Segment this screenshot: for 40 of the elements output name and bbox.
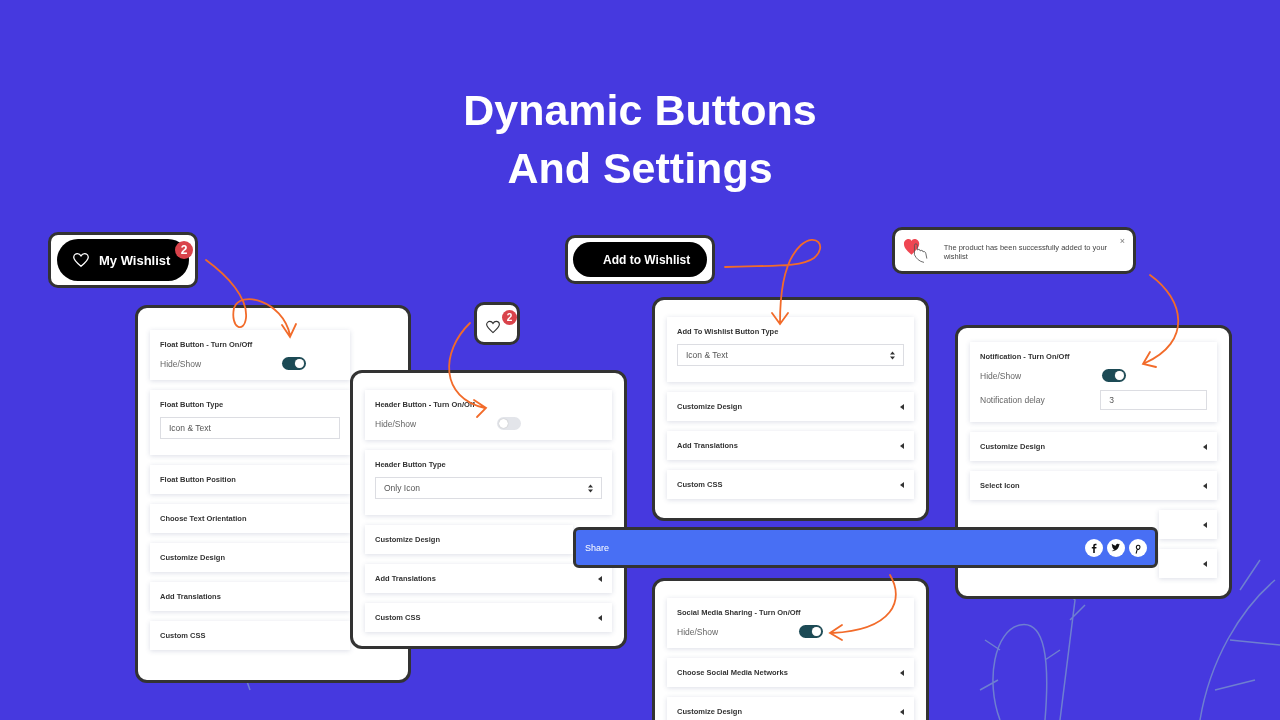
- caret-icon: [1203, 443, 1207, 450]
- caret-icon: [1203, 482, 1207, 489]
- caret-icon: [1203, 560, 1207, 567]
- count-badge: 2: [502, 310, 517, 325]
- caret-icon: [900, 442, 904, 449]
- headline: And Settings: [507, 143, 773, 194]
- share-label: Share: [585, 542, 610, 553]
- wishlist-button[interactable]: Add to Wishlist: [573, 242, 707, 277]
- spinner-icon: [890, 350, 895, 360]
- caret-icon: [598, 575, 602, 582]
- toggle-label: Hide/Show: [980, 370, 1023, 381]
- caret-icon: [900, 708, 904, 715]
- pinterest-icon[interactable]: [1129, 538, 1147, 557]
- icon-button[interactable]: 2: [474, 302, 520, 345]
- toggle-label: Hide/Show: [375, 418, 418, 429]
- field-label: Notification delay: [980, 395, 1046, 405]
- bird-icon[interactable]: [1107, 538, 1125, 557]
- caret-icon: [900, 403, 904, 410]
- facebook-icon[interactable]: [1085, 538, 1103, 557]
- toggle-switch[interactable]: [282, 357, 306, 370]
- heart-icon: [486, 319, 500, 334]
- toggle-switch[interactable]: [799, 625, 823, 638]
- spinner-icon: [588, 483, 593, 493]
- input-field[interactable]: 3: [1100, 390, 1207, 410]
- headline: Dynamic Buttons: [463, 85, 817, 136]
- dropdown-field[interactable]: Icon & Text: [677, 344, 904, 366]
- dropdown-field[interactable]: Icon & Text: [160, 417, 340, 439]
- caret-icon: [1203, 521, 1207, 528]
- caret-icon: [598, 614, 602, 621]
- count-badge: 2: [175, 241, 193, 259]
- toggle-label: Hide/Show: [677, 626, 720, 637]
- close-button[interactable]: ×: [1119, 236, 1125, 246]
- toggle-switch[interactable]: [497, 417, 521, 430]
- curved-arrow: [829, 574, 897, 641]
- caret-icon: [900, 481, 904, 488]
- caret-icon: [900, 669, 904, 676]
- toggle-switch[interactable]: [1102, 369, 1126, 382]
- toggle-label: Hide/Show: [160, 358, 203, 369]
- dropdown-field[interactable]: Only Icon: [375, 477, 602, 499]
- heart-icon: [73, 252, 89, 268]
